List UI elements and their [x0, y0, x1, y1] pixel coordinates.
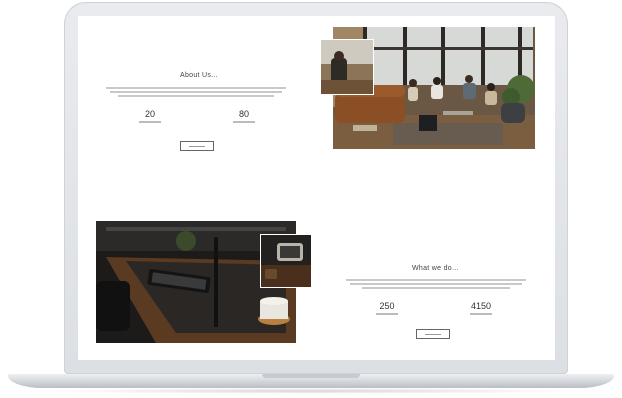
desk-setup-inset-photo: [261, 235, 311, 287]
services-stat-1-label: [367, 312, 407, 316]
services-stat-2-value: 4150: [470, 301, 492, 311]
office-lounge-inset-photo: [321, 40, 373, 94]
about-stat-1-label: [130, 120, 170, 124]
about-stat-1-value: 20: [144, 109, 155, 119]
services-text-line: [362, 287, 510, 289]
about-title: About Us...: [180, 72, 218, 79]
about-text-line: [110, 91, 282, 93]
services-stat-2-label: [461, 312, 501, 316]
about-stat-2-value: 80: [238, 109, 249, 119]
about-text-line: [106, 87, 286, 89]
laptop-mockup: About Us... 20 80 What we do... 250 4150: [0, 0, 622, 398]
about-stat-2-label: [224, 120, 264, 124]
laptop-notch: [262, 374, 360, 378]
laptop-screen: About Us... 20 80 What we do... 250 4150: [78, 16, 555, 360]
laptop-shadow: [40, 388, 582, 394]
about-learn-more-button[interactable]: [180, 141, 214, 151]
services-learn-more-button[interactable]: [416, 329, 450, 339]
services-text-line: [350, 283, 522, 285]
services-stat-1-value: 250: [379, 301, 395, 311]
services-title: What we do...: [412, 265, 459, 272]
services-text-line: [346, 279, 526, 281]
about-text-line: [118, 95, 274, 97]
